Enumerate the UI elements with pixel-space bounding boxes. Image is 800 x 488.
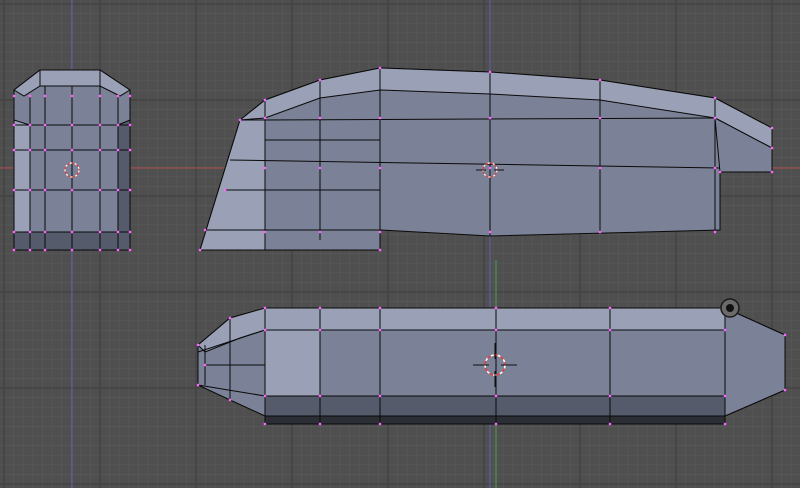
camera-target-icon[interactable] bbox=[720, 298, 740, 318]
3d-viewport[interactable] bbox=[0, 0, 800, 488]
mesh-side-view[interactable] bbox=[199, 67, 773, 251]
viewport-canvas[interactable] bbox=[0, 0, 800, 488]
mesh-top-view[interactable] bbox=[197, 307, 786, 425]
